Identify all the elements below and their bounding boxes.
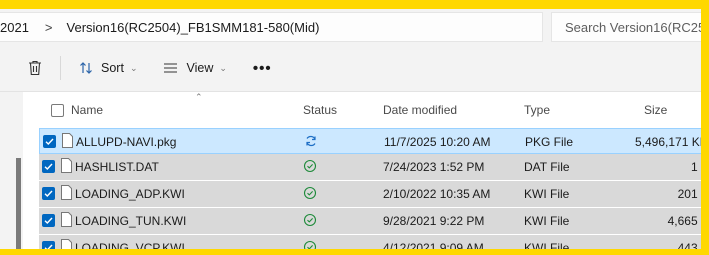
command-bar: Sort ⌄ View ⌄ •••: [0, 45, 701, 92]
column-header-row: ⌃ Name Status Date modified Type Size: [23, 92, 701, 128]
file-list: ⌃ Name Status Date modified Type Size AL…: [23, 92, 701, 249]
file-icon: [61, 239, 72, 249]
file-type: KWI File: [524, 187, 570, 201]
trash-icon: [29, 60, 41, 76]
file-icon: [61, 185, 72, 200]
content-pane: ⌃ Name Status Date modified Type Size AL…: [0, 92, 701, 249]
file-name[interactable]: LOADING_ADP.KWI: [75, 187, 185, 201]
table-row[interactable]: LOADING_VCP.KWI 4/12/2021 9:09 AM KWI Fi…: [39, 235, 701, 249]
file-size: 443 KB: [677, 241, 701, 249]
row-checkbox[interactable]: [42, 187, 55, 200]
checkmark-icon: [45, 138, 54, 145]
view-label: View: [186, 61, 214, 75]
available-on-device-icon: [303, 240, 317, 249]
file-icon: [61, 212, 72, 227]
date-modified: 7/24/2023 1:52 PM: [383, 160, 485, 174]
available-on-device-icon: [303, 159, 317, 173]
file-explorer-window: 2021 > Version16(RC2504)_FB1SMM181-580(M…: [0, 9, 701, 249]
sort-button[interactable]: Sort ⌄: [75, 53, 141, 83]
navigation-pane-edge: [16, 158, 21, 249]
table-row[interactable]: ALLUPD-NAVI.pkg 11/7/2025 10:20 AM PKG F…: [39, 128, 701, 154]
select-all-checkbox[interactable]: [51, 104, 64, 117]
table-row[interactable]: HASHLIST.DAT 7/24/2023 1:52 PM DAT File …: [39, 154, 701, 180]
available-on-device-icon: [303, 186, 317, 200]
file-size: 201 KB: [677, 187, 701, 201]
sort-ascending-icon: ⌃: [195, 92, 203, 102]
file-name[interactable]: ALLUPD-NAVI.pkg: [76, 135, 176, 149]
sort-icon: [80, 62, 92, 74]
available-on-device-icon: [303, 213, 317, 227]
file-icon: [61, 158, 72, 173]
file-size: 4,665 KB: [667, 214, 701, 228]
breadcrumb-folder[interactable]: Version16(RC2504)_FB1SMM181-580(Mid): [67, 20, 320, 35]
file-name[interactable]: LOADING_TUN.KWI: [75, 214, 186, 228]
checkmark-icon: [44, 217, 53, 224]
file-type: PKG File: [525, 135, 574, 149]
column-date-modified[interactable]: Date modified: [383, 103, 457, 117]
row-checkbox[interactable]: [42, 241, 55, 249]
row-checkbox[interactable]: [42, 160, 55, 173]
column-status[interactable]: Status: [303, 103, 337, 117]
table-row[interactable]: LOADING_ADP.KWI 2/10/2022 10:35 AM KWI F…: [39, 181, 701, 207]
column-size[interactable]: Size: [644, 103, 667, 117]
view-icon: [164, 63, 178, 73]
breadcrumb-year[interactable]: 2021: [0, 20, 29, 35]
checkmark-icon: [44, 163, 53, 170]
file-type: KWI File: [524, 214, 570, 228]
date-modified: 4/12/2021 9:09 AM: [383, 241, 484, 249]
date-modified: 11/7/2025 10:20 AM: [384, 135, 491, 149]
column-name[interactable]: Name: [71, 103, 103, 117]
sort-label: Sort: [101, 61, 124, 75]
row-checkbox[interactable]: [42, 214, 55, 227]
address-bar[interactable]: 2021 > Version16(RC2504)_FB1SMM181-580(M…: [0, 12, 543, 42]
row-checkbox[interactable]: [43, 135, 56, 148]
table-row[interactable]: LOADING_TUN.KWI 9/28/2021 9:22 PM KWI Fi…: [39, 208, 701, 234]
file-size: 5,496,171 KB: [635, 135, 701, 149]
checkmark-icon: [44, 190, 53, 197]
toolbar-divider: [60, 56, 61, 80]
file-icon: [62, 133, 73, 148]
file-name[interactable]: HASHLIST.DAT: [75, 160, 159, 174]
view-button[interactable]: View ⌄: [159, 53, 230, 83]
file-name[interactable]: LOADING_VCP.KWI: [75, 241, 185, 249]
delete-button[interactable]: [24, 53, 46, 83]
checkmark-icon: [44, 244, 53, 249]
breadcrumb-separator[interactable]: >: [29, 20, 67, 35]
file-type: DAT File: [524, 160, 570, 174]
date-modified: 9/28/2021 9:22 PM: [383, 214, 485, 228]
file-type: KWI File: [524, 241, 570, 249]
sync-pending-icon: [306, 135, 316, 147]
column-type[interactable]: Type: [524, 103, 550, 117]
search-input[interactable]: Search Version16(RC2504)_: [551, 12, 701, 42]
chevron-down-icon: ⌄: [129, 62, 138, 73]
date-modified: 2/10/2022 10:35 AM: [383, 187, 491, 201]
more-options-button[interactable]: •••: [249, 53, 276, 83]
file-size: 1 KB: [690, 160, 701, 174]
address-row: 2021 > Version16(RC2504)_FB1SMM181-580(M…: [0, 9, 701, 45]
chevron-down-icon: ⌄: [219, 62, 227, 73]
